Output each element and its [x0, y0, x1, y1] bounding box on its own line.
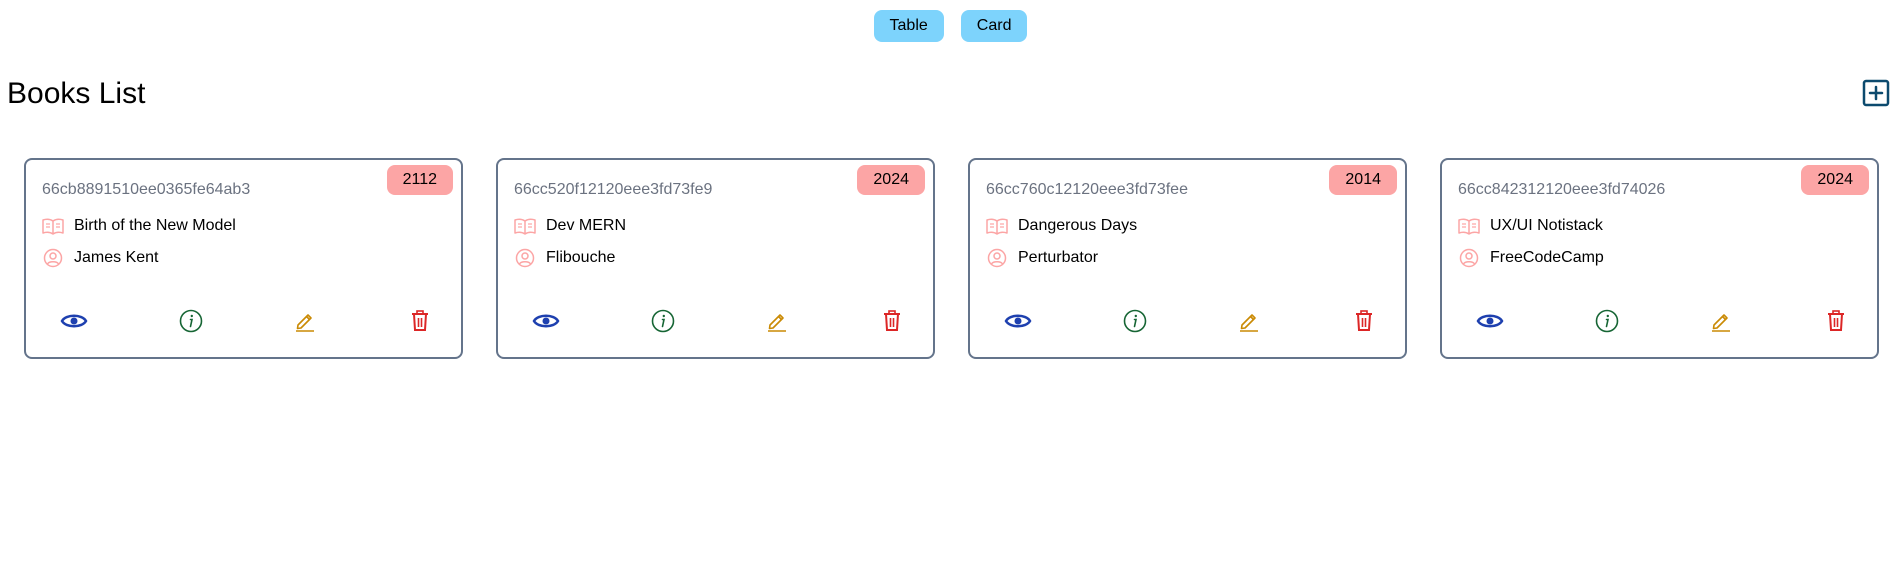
- book-author-row: Perturbator: [986, 247, 1098, 269]
- info-circle-icon: [1123, 309, 1147, 333]
- book-title-row: Birth of the New Model: [42, 215, 236, 237]
- trash-icon: [412, 310, 428, 331]
- open-book-icon: [514, 215, 536, 237]
- book-title-row: Dev MERN: [514, 215, 626, 237]
- book-info-button[interactable]: [176, 306, 206, 336]
- add-book-button[interactable]: [1862, 79, 1890, 107]
- page-title: Books List: [7, 77, 146, 110]
- book-author-row: Flibouche: [514, 247, 615, 269]
- book-info-button[interactable]: [648, 306, 678, 336]
- pencil-icon: [296, 314, 314, 332]
- trash-icon: [1828, 310, 1844, 331]
- eye-icon: [532, 314, 560, 328]
- book-title: Dev MERN: [546, 217, 627, 234]
- plus-square-icon: [1862, 79, 1890, 107]
- view-toggle: Table Card: [0, 10, 1901, 42]
- trash-icon: [884, 310, 900, 331]
- pencil-icon: [768, 314, 786, 332]
- delete-book-button[interactable]: [877, 306, 907, 336]
- edit-book-button[interactable]: [290, 306, 320, 336]
- book-id: 66cc842312120eee3fd74026: [1458, 181, 1666, 198]
- edit-book-button[interactable]: [1234, 306, 1264, 336]
- edit-book-button[interactable]: [1706, 306, 1736, 336]
- book-id: 66cc760c12120eee3fd73fee: [986, 181, 1188, 198]
- view-book-button[interactable]: [531, 306, 561, 336]
- publish-year-badge: 2024: [1801, 165, 1869, 195]
- book-title: Dangerous Days: [1018, 217, 1138, 234]
- open-book-icon: [1458, 215, 1480, 237]
- user-circle-icon: [1458, 247, 1480, 269]
- book-author: James Kent: [74, 249, 159, 266]
- info-circle-icon: [1595, 309, 1619, 333]
- user-circle-icon: [986, 247, 1008, 269]
- eye-icon: [1476, 314, 1504, 328]
- book-title-row: Dangerous Days: [986, 215, 1137, 237]
- book-id: 66cc520f12120eee3fd73fe9: [514, 181, 713, 198]
- book-author: Flibouche: [546, 249, 616, 266]
- open-book-icon: [42, 215, 64, 237]
- pencil-icon: [1712, 314, 1730, 332]
- view-book-button[interactable]: [59, 306, 89, 336]
- book-author: FreeCodeCamp: [1490, 249, 1604, 266]
- user-circle-icon: [514, 247, 536, 269]
- book-card: 2014 66cc760c12120eee3fd73fee Dangerous …: [968, 158, 1407, 359]
- info-circle-icon: [179, 309, 203, 333]
- publish-year-badge: 2014: [1329, 165, 1397, 195]
- view-book-button[interactable]: [1003, 306, 1033, 336]
- table-view-button[interactable]: Table: [873, 10, 944, 42]
- delete-book-button[interactable]: [405, 306, 435, 336]
- eye-icon: [1004, 314, 1032, 328]
- edit-book-button[interactable]: [762, 306, 792, 336]
- book-card: 2112 66cb8891510ee0365fe64ab3 Birth of t…: [24, 158, 463, 359]
- book-title: UX/UI Notistack: [1490, 217, 1603, 234]
- book-author-row: James Kent: [42, 247, 158, 269]
- user-circle-icon: [42, 247, 64, 269]
- book-author-row: FreeCodeCamp: [1458, 247, 1604, 269]
- delete-book-button[interactable]: [1349, 306, 1379, 336]
- book-card: 2024 66cc842312120eee3fd74026 UX/UI Noti…: [1440, 158, 1879, 359]
- book-info-button[interactable]: [1592, 306, 1622, 336]
- book-title-row: UX/UI Notistack: [1458, 215, 1603, 237]
- trash-icon: [1356, 310, 1372, 331]
- book-cards: 2112 66cb8891510ee0365fe64ab3 Birth of t…: [24, 158, 1879, 359]
- delete-book-button[interactable]: [1821, 306, 1851, 336]
- card-view-button[interactable]: Card: [960, 10, 1028, 42]
- publish-year-badge: 2112: [386, 165, 453, 195]
- book-title: Birth of the New Model: [74, 217, 236, 234]
- publish-year-badge: 2024: [857, 165, 925, 195]
- book-card: 2024 66cc520f12120eee3fd73fe9 Dev MERN F…: [496, 158, 935, 359]
- open-book-icon: [986, 215, 1008, 237]
- pencil-icon: [1240, 314, 1258, 332]
- eye-icon: [60, 314, 88, 328]
- book-id: 66cb8891510ee0365fe64ab3: [42, 181, 251, 198]
- book-info-button[interactable]: [1120, 306, 1150, 336]
- view-book-button[interactable]: [1475, 306, 1505, 336]
- info-circle-icon: [651, 309, 675, 333]
- book-author: Perturbator: [1018, 249, 1099, 266]
